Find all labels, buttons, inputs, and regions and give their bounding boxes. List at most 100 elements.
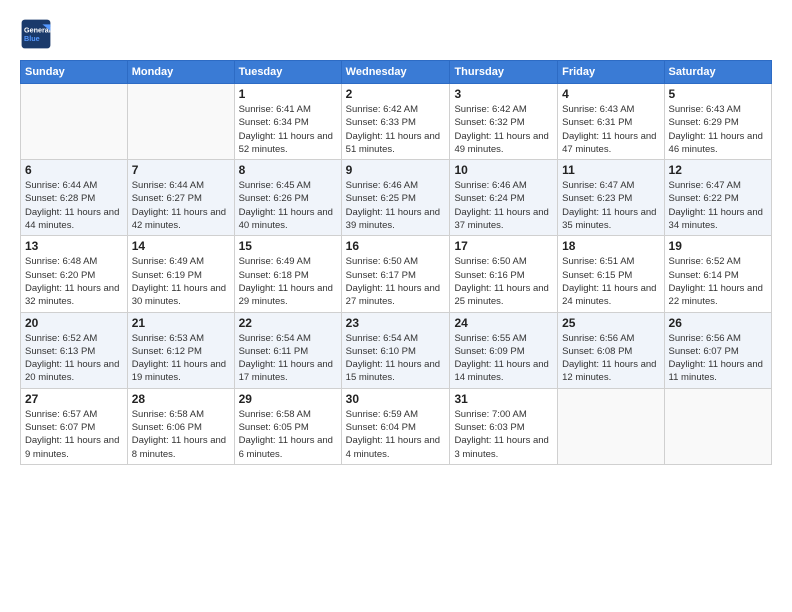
- calendar-cell: 2Sunrise: 6:42 AM Sunset: 6:33 PM Daylig…: [341, 84, 450, 160]
- day-info: Sunrise: 6:42 AM Sunset: 6:32 PM Dayligh…: [454, 103, 553, 156]
- day-number: 31: [454, 392, 553, 406]
- calendar-cell: 28 Sunrise: 6:58 AM Sunset: 6:06 PM Dayli…: [127, 388, 234, 464]
- day-number: 13: [25, 239, 123, 253]
- weekday-header-wednesday: Wednesday: [341, 61, 450, 84]
- day-info: Sunrise: 6:56 AM Sunset: 6:08 PM Dayligh…: [562, 332, 659, 385]
- weekday-header-friday: Friday: [558, 61, 664, 84]
- svg-text:Blue: Blue: [24, 34, 40, 43]
- day-info: Sunrise: 6:54 AM Sunset: 6:11 PM Dayligh…: [239, 332, 337, 385]
- calendar-table: SundayMondayTuesdayWednesdayThursdayFrid…: [20, 60, 772, 465]
- day-number: 16: [346, 239, 446, 253]
- day-number: 7: [132, 163, 230, 177]
- calendar-cell: 31 Sunrise: 7:00 AM Sunset: 6:03 PM Dayli…: [450, 388, 558, 464]
- calendar-cell: [127, 84, 234, 160]
- calendar-cell: 15 Sunrise: 6:49 AM Sunset: 6:18 PM Dayli…: [234, 236, 341, 312]
- day-number: 23: [346, 316, 446, 330]
- day-number: 5: [669, 87, 767, 101]
- calendar-cell: 25 Sunrise: 6:56 AM Sunset: 6:08 PM Dayli…: [558, 312, 664, 388]
- calendar-cell: 11 Sunrise: 6:47 AM Sunset: 6:23 PM Dayli…: [558, 160, 664, 236]
- weekday-header-saturday: Saturday: [664, 61, 771, 84]
- day-info: Sunrise: 6:51 AM Sunset: 6:15 PM Dayligh…: [562, 255, 659, 308]
- calendar-cell: 27 Sunrise: 6:57 AM Sunset: 6:07 PM Dayli…: [21, 388, 128, 464]
- day-number: 30: [346, 392, 446, 406]
- calendar-cell: 19 Sunrise: 6:52 AM Sunset: 6:14 PM Dayli…: [664, 236, 771, 312]
- day-info: Sunrise: 6:41 AM Sunset: 6:34 PM Dayligh…: [239, 103, 337, 156]
- calendar-week-1: 1 Sunrise: 6:41 AM Sunset: 6:34 PM Daylig…: [21, 84, 772, 160]
- calendar-week-4: 20 Sunrise: 6:52 AM Sunset: 6:13 PM Dayli…: [21, 312, 772, 388]
- day-number: 15: [239, 239, 337, 253]
- calendar-cell: 26Sunrise: 6:56 AM Sunset: 6:07 PM Dayli…: [664, 312, 771, 388]
- day-info: Sunrise: 6:52 AM Sunset: 6:13 PM Dayligh…: [25, 332, 123, 385]
- day-info: Sunrise: 6:59 AM Sunset: 6:04 PM Dayligh…: [346, 408, 446, 461]
- calendar-page: General Blue SundayMondayTuesdayWednesda…: [0, 0, 792, 612]
- day-number: 14: [132, 239, 230, 253]
- calendar-cell: 12Sunrise: 6:47 AM Sunset: 6:22 PM Dayli…: [664, 160, 771, 236]
- day-info: Sunrise: 6:44 AM Sunset: 6:27 PM Dayligh…: [132, 179, 230, 232]
- day-number: 9: [346, 163, 446, 177]
- calendar-cell: 9 Sunrise: 6:46 AM Sunset: 6:25 PM Daylig…: [341, 160, 450, 236]
- day-number: 11: [562, 163, 659, 177]
- day-info: Sunrise: 6:53 AM Sunset: 6:12 PM Dayligh…: [132, 332, 230, 385]
- day-number: 1: [239, 87, 337, 101]
- day-number: 24: [454, 316, 553, 330]
- day-number: 18: [562, 239, 659, 253]
- day-info: Sunrise: 6:43 AM Sunset: 6:29 PM Dayligh…: [669, 103, 767, 156]
- day-number: 3: [454, 87, 553, 101]
- calendar-cell: [558, 388, 664, 464]
- day-info: Sunrise: 6:58 AM Sunset: 6:06 PM Dayligh…: [132, 408, 230, 461]
- calendar-cell: 10 Sunrise: 6:46 AM Sunset: 6:24 PM Dayli…: [450, 160, 558, 236]
- calendar-cell: 5 Sunrise: 6:43 AM Sunset: 6:29 PM Daylig…: [664, 84, 771, 160]
- calendar-cell: 23 Sunrise: 6:54 AM Sunset: 6:10 PM Dayli…: [341, 312, 450, 388]
- day-info: Sunrise: 6:47 AM Sunset: 6:23 PM Dayligh…: [562, 179, 659, 232]
- day-info: Sunrise: 7:00 AM Sunset: 6:03 PM Dayligh…: [454, 408, 553, 461]
- day-info: Sunrise: 6:56 AM Sunset: 6:07 PM Dayligh…: [669, 332, 767, 385]
- calendar-cell: 14 Sunrise: 6:49 AM Sunset: 6:19 PM Dayli…: [127, 236, 234, 312]
- day-info: Sunrise: 6:48 AM Sunset: 6:20 PM Dayligh…: [25, 255, 123, 308]
- calendar-cell: [664, 388, 771, 464]
- calendar-cell: [21, 84, 128, 160]
- weekday-header-thursday: Thursday: [450, 61, 558, 84]
- day-info: Sunrise: 6:45 AM Sunset: 6:26 PM Dayligh…: [239, 179, 337, 232]
- day-number: 6: [25, 163, 123, 177]
- calendar-cell: 18 Sunrise: 6:51 AM Sunset: 6:15 PM Dayli…: [558, 236, 664, 312]
- calendar-cell: 24 Sunrise: 6:55 AM Sunset: 6:09 PM Dayli…: [450, 312, 558, 388]
- day-number: 28: [132, 392, 230, 406]
- day-number: 19: [669, 239, 767, 253]
- calendar-week-5: 27 Sunrise: 6:57 AM Sunset: 6:07 PM Dayli…: [21, 388, 772, 464]
- calendar-week-2: 6Sunrise: 6:44 AM Sunset: 6:28 PM Daylig…: [21, 160, 772, 236]
- day-number: 29: [239, 392, 337, 406]
- weekday-header-sunday: Sunday: [21, 61, 128, 84]
- day-info: Sunrise: 6:46 AM Sunset: 6:25 PM Dayligh…: [346, 179, 446, 232]
- day-info: Sunrise: 6:52 AM Sunset: 6:14 PM Dayligh…: [669, 255, 767, 308]
- day-number: 17: [454, 239, 553, 253]
- day-info: Sunrise: 6:57 AM Sunset: 6:07 PM Dayligh…: [25, 408, 123, 461]
- day-info: Sunrise: 6:50 AM Sunset: 6:17 PM Dayligh…: [346, 255, 446, 308]
- day-number: 12: [669, 163, 767, 177]
- day-number: 27: [25, 392, 123, 406]
- logo: General Blue: [20, 18, 56, 50]
- calendar-cell: 1 Sunrise: 6:41 AM Sunset: 6:34 PM Daylig…: [234, 84, 341, 160]
- calendar-cell: 17 Sunrise: 6:50 AM Sunset: 6:16 PM Dayli…: [450, 236, 558, 312]
- day-info: Sunrise: 6:49 AM Sunset: 6:19 PM Dayligh…: [132, 255, 230, 308]
- day-info: Sunrise: 6:54 AM Sunset: 6:10 PM Dayligh…: [346, 332, 446, 385]
- day-number: 8: [239, 163, 337, 177]
- day-info: Sunrise: 6:49 AM Sunset: 6:18 PM Dayligh…: [239, 255, 337, 308]
- day-number: 25: [562, 316, 659, 330]
- day-info: Sunrise: 6:50 AM Sunset: 6:16 PM Dayligh…: [454, 255, 553, 308]
- calendar-cell: 13 Sunrise: 6:48 AM Sunset: 6:20 PM Dayli…: [21, 236, 128, 312]
- calendar-cell: 3 Sunrise: 6:42 AM Sunset: 6:32 PM Daylig…: [450, 84, 558, 160]
- day-number: 20: [25, 316, 123, 330]
- day-info: Sunrise: 6:46 AM Sunset: 6:24 PM Dayligh…: [454, 179, 553, 232]
- calendar-cell: 21 Sunrise: 6:53 AM Sunset: 6:12 PM Dayli…: [127, 312, 234, 388]
- calendar-cell: 6Sunrise: 6:44 AM Sunset: 6:28 PM Daylig…: [21, 160, 128, 236]
- day-number: 4: [562, 87, 659, 101]
- day-number: 22: [239, 316, 337, 330]
- day-number: 10: [454, 163, 553, 177]
- day-info: Sunrise: 6:55 AM Sunset: 6:09 PM Dayligh…: [454, 332, 553, 385]
- weekday-header-tuesday: Tuesday: [234, 61, 341, 84]
- calendar-cell: 8 Sunrise: 6:45 AM Sunset: 6:26 PM Daylig…: [234, 160, 341, 236]
- day-number: 2: [346, 87, 446, 101]
- calendar-cell: 7 Sunrise: 6:44 AM Sunset: 6:27 PM Daylig…: [127, 160, 234, 236]
- calendar-cell: 22 Sunrise: 6:54 AM Sunset: 6:11 PM Dayli…: [234, 312, 341, 388]
- day-number: 21: [132, 316, 230, 330]
